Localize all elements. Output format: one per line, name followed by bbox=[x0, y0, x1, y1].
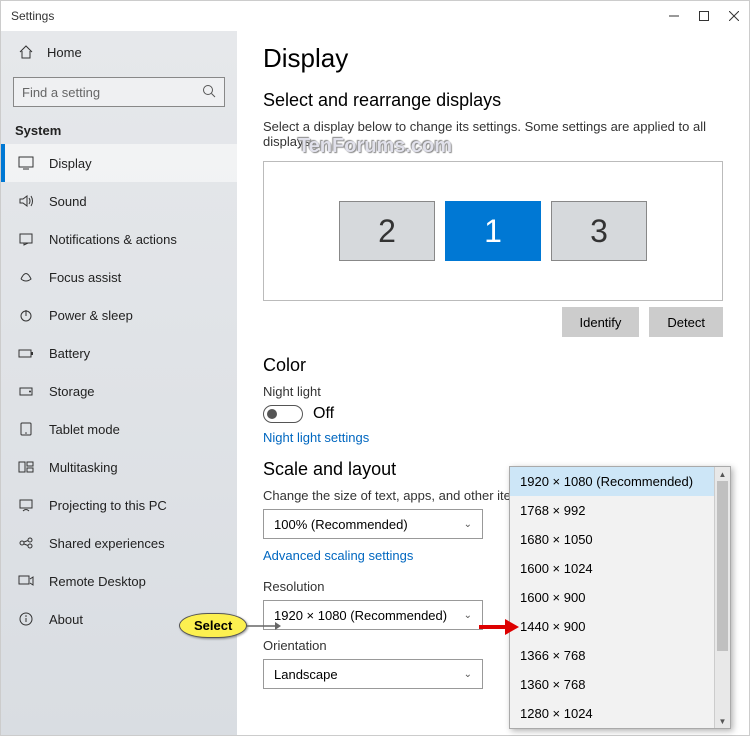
resolution-option[interactable]: 1440 × 900 bbox=[510, 612, 730, 641]
resolution-option[interactable]: 1920 × 1080 (Recommended) bbox=[510, 467, 730, 496]
color-heading: Color bbox=[263, 355, 723, 376]
search-input[interactable]: Find a setting bbox=[13, 77, 225, 107]
maximize-button[interactable] bbox=[689, 1, 719, 31]
nav-label: Remote Desktop bbox=[49, 574, 146, 589]
arrange-subtext: Select a display below to change its set… bbox=[263, 119, 723, 149]
search-placeholder: Find a setting bbox=[22, 85, 100, 100]
resolution-option[interactable]: 1360 × 768 bbox=[510, 670, 730, 699]
red-arrow-annotation bbox=[479, 617, 519, 637]
power-icon bbox=[15, 308, 37, 322]
search-icon bbox=[202, 84, 216, 98]
about-icon bbox=[15, 612, 37, 626]
nav-focus-assist[interactable]: Focus assist bbox=[1, 258, 237, 296]
resolution-option[interactable]: 1768 × 992 bbox=[510, 496, 730, 525]
nav-label: Projecting to this PC bbox=[49, 498, 167, 513]
shared-icon bbox=[15, 536, 37, 550]
page-title: Display bbox=[263, 43, 723, 74]
nav-power-sleep[interactable]: Power & sleep bbox=[1, 296, 237, 334]
callout-label: Select bbox=[179, 613, 247, 638]
scroll-down-icon[interactable]: ▼ bbox=[715, 714, 730, 728]
nav-label: Focus assist bbox=[49, 270, 121, 285]
nav-label: Storage bbox=[49, 384, 95, 399]
display-arrange-box[interactable]: 2 1 3 bbox=[263, 161, 723, 301]
sidebar-section-title: System bbox=[1, 115, 237, 144]
night-light-settings-link[interactable]: Night light settings bbox=[263, 430, 369, 445]
nav-sound[interactable]: Sound bbox=[1, 182, 237, 220]
close-button[interactable] bbox=[719, 1, 749, 31]
resolution-option[interactable]: 1600 × 900 bbox=[510, 583, 730, 612]
nav-label: Display bbox=[49, 156, 92, 171]
resolution-option[interactable]: 1680 × 1050 bbox=[510, 525, 730, 554]
chevron-down-icon: ⌄ bbox=[464, 519, 472, 530]
tablet-icon bbox=[15, 422, 37, 436]
remote-desktop-icon bbox=[15, 574, 37, 588]
night-light-label: Night light bbox=[263, 384, 723, 399]
resolution-dropdown[interactable]: 1920 × 1080 (Recommended) ⌄ bbox=[263, 600, 483, 630]
nav-display[interactable]: Display bbox=[1, 144, 237, 182]
select-callout: Select bbox=[179, 613, 247, 638]
scrollbar-thumb[interactable] bbox=[717, 481, 728, 651]
nav-notifications[interactable]: Notifications & actions bbox=[1, 220, 237, 258]
nav-storage[interactable]: Storage bbox=[1, 372, 237, 410]
nav-label: Shared experiences bbox=[49, 536, 165, 551]
resolution-option[interactable]: 1600 × 1024 bbox=[510, 554, 730, 583]
nav-label: Multitasking bbox=[49, 460, 118, 475]
nav-projecting[interactable]: Projecting to this PC bbox=[1, 486, 237, 524]
detect-button[interactable]: Detect bbox=[649, 307, 723, 337]
nav-battery[interactable]: Battery bbox=[1, 334, 237, 372]
nav-shared-experiences[interactable]: Shared experiences bbox=[1, 524, 237, 562]
resolution-dropdown-list[interactable]: 1920 × 1080 (Recommended) 1768 × 992 168… bbox=[509, 466, 731, 729]
text-size-value: 100% (Recommended) bbox=[274, 517, 408, 532]
home-label: Home bbox=[47, 45, 82, 60]
nav-label: Power & sleep bbox=[49, 308, 133, 323]
resolution-option[interactable]: 1366 × 768 bbox=[510, 641, 730, 670]
chevron-down-icon: ⌄ bbox=[464, 669, 472, 680]
sidebar-home[interactable]: Home bbox=[1, 35, 237, 69]
nav-label: Battery bbox=[49, 346, 90, 361]
storage-icon bbox=[15, 384, 37, 398]
sound-icon bbox=[15, 194, 37, 208]
monitor-3[interactable]: 3 bbox=[551, 201, 647, 261]
minimize-button[interactable] bbox=[659, 1, 689, 31]
identify-button[interactable]: Identify bbox=[562, 307, 640, 337]
nav-label: Tablet mode bbox=[49, 422, 120, 437]
monitor-2[interactable]: 2 bbox=[339, 201, 435, 261]
monitor-1[interactable]: 1 bbox=[445, 201, 541, 261]
notifications-icon bbox=[15, 232, 37, 246]
night-light-state: Off bbox=[313, 405, 334, 423]
nav-remote-desktop[interactable]: Remote Desktop bbox=[1, 562, 237, 600]
advanced-scaling-link[interactable]: Advanced scaling settings bbox=[263, 548, 413, 563]
resolution-option[interactable]: 1280 × 1024 bbox=[510, 699, 730, 728]
display-icon bbox=[15, 156, 37, 170]
resolution-value: 1920 × 1080 (Recommended) bbox=[274, 608, 447, 623]
focus-assist-icon bbox=[15, 270, 37, 284]
dropdown-scrollbar[interactable]: ▲ ▼ bbox=[714, 467, 730, 728]
nav-multitasking[interactable]: Multitasking bbox=[1, 448, 237, 486]
nav-tablet-mode[interactable]: Tablet mode bbox=[1, 410, 237, 448]
window-title: Settings bbox=[11, 9, 659, 23]
nav-label: About bbox=[49, 612, 83, 627]
nav-label: Notifications & actions bbox=[49, 232, 177, 247]
text-size-dropdown[interactable]: 100% (Recommended) ⌄ bbox=[263, 509, 483, 539]
orientation-dropdown[interactable]: Landscape ⌄ bbox=[263, 659, 483, 689]
arrange-heading: Select and rearrange displays bbox=[263, 90, 723, 111]
multitasking-icon bbox=[15, 460, 37, 474]
scroll-up-icon[interactable]: ▲ bbox=[715, 467, 730, 481]
battery-icon bbox=[15, 346, 37, 360]
nav-label: Sound bbox=[49, 194, 87, 209]
home-icon bbox=[15, 44, 37, 60]
night-light-toggle[interactable] bbox=[263, 405, 303, 423]
chevron-down-icon: ⌄ bbox=[464, 610, 472, 621]
projecting-icon bbox=[15, 498, 37, 512]
orientation-value: Landscape bbox=[274, 667, 338, 682]
